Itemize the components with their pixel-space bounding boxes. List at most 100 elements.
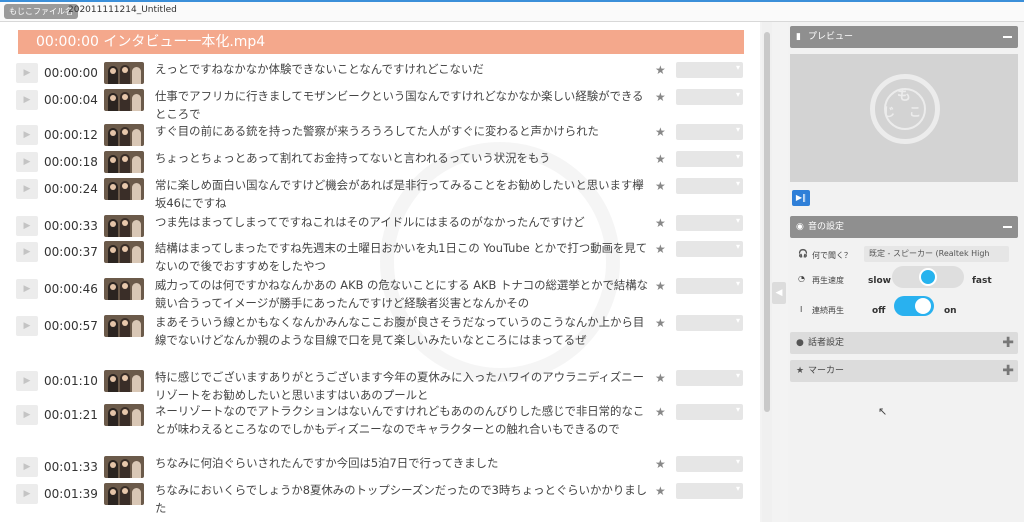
segment-text[interactable]: ちなみにおいくらでしょうか8夏休みのトップシーズンだったので3時ちょっとぐらいか… [155, 481, 650, 517]
speaker-settings-header[interactable]: ● 話者設定 ✚ [790, 332, 1018, 354]
segment-timestamp[interactable]: 00:00:33 [44, 216, 98, 236]
play-segment-icon[interactable]: ▶ [16, 371, 38, 391]
play-segment-icon[interactable]: ▶ [16, 125, 38, 145]
segment-timestamp[interactable]: 00:00:04 [44, 90, 98, 110]
thumb-figure [132, 461, 141, 478]
segment-text[interactable]: 仕事でアフリカに行きましてモザンビークという国なんですけれどなかなか楽しい経験が… [155, 87, 650, 123]
scrollbar-thumb[interactable] [764, 32, 770, 412]
star-icon[interactable]: ★ [655, 177, 666, 195]
thumb-face [122, 183, 128, 189]
collapse-minus-icon[interactable] [1003, 226, 1012, 228]
media-file-header[interactable]: 00:00:00 インタビュー一本化.mp4 [18, 30, 744, 54]
segment-text[interactable]: ネーリゾートなのでアトラクションはないんですけれどもあののんびりした感じで非日常… [155, 402, 650, 438]
speaker-select[interactable] [676, 278, 743, 294]
speaker-select[interactable] [676, 178, 743, 194]
speaker-select[interactable] [676, 89, 743, 105]
expand-plus-icon[interactable]: ✚ [1002, 363, 1014, 379]
continuous-play-toggle[interactable] [894, 296, 934, 316]
speaker-select[interactable] [676, 315, 743, 331]
speaker-select[interactable] [676, 456, 743, 472]
app-badge[interactable]: もじこファイル名 [4, 4, 78, 19]
thumb-figure [132, 94, 141, 111]
marker-header[interactable]: ★ マーカー ✚ [790, 360, 1018, 382]
play-segment-icon[interactable]: ▶ [16, 242, 38, 262]
play-segment-icon[interactable]: ▶ [16, 90, 38, 110]
expand-plus-icon[interactable]: ✚ [1002, 335, 1014, 351]
star-icon[interactable]: ★ [655, 482, 666, 500]
segment-text[interactable]: ちなみに何泊ぐらいされたんですか今回は5泊7日で行ってきました [155, 454, 650, 472]
play-segment-icon[interactable]: ▶ [16, 63, 38, 83]
thumb-face [110, 462, 116, 468]
star-icon[interactable]: ★ [655, 214, 666, 232]
star-icon[interactable]: ★ [655, 369, 666, 387]
star-icon[interactable]: ★ [655, 314, 666, 332]
segment-timestamp[interactable]: 00:00:00 [44, 63, 98, 83]
star-icon[interactable]: ★ [655, 277, 666, 295]
play-segment-icon[interactable]: ▶ [16, 405, 38, 425]
speaker-select[interactable] [676, 483, 743, 499]
segment-timestamp[interactable]: 00:01:39 [44, 484, 98, 504]
segment-timestamp[interactable]: 00:01:33 [44, 457, 98, 477]
segment-timestamp[interactable]: 00:00:37 [44, 242, 98, 262]
speaker-select[interactable] [676, 241, 743, 257]
video-preview[interactable]: も じ こ [790, 54, 1018, 182]
segment-timestamp[interactable]: 00:00:57 [44, 316, 98, 336]
segment-text[interactable]: まあそういう線とかもなくなんかみんなここお腹が良さそうだなっていうのこうなんか上… [155, 313, 650, 349]
thumb-face [122, 320, 128, 326]
thumb-face [122, 283, 128, 289]
collapse-panel-arrow-icon[interactable]: ◀ [772, 282, 786, 304]
thumb-figure [132, 220, 141, 237]
segment-thumbnail [104, 89, 144, 111]
thumb-figure [132, 320, 141, 337]
segment-text[interactable]: えっとですねなかなか体験できないことなんですけれどこないだ [155, 60, 650, 78]
star-icon[interactable]: ★ [655, 240, 666, 258]
speaker-select[interactable] [676, 215, 743, 231]
play-segment-icon[interactable]: ▶ [16, 279, 38, 299]
transcript-row: ▶ 00:00:33 つま先はまってしまってですねこれはそのアイドルにはまるのがなか… [0, 213, 760, 237]
segment-timestamp[interactable]: 00:00:18 [44, 152, 98, 172]
output-device-select[interactable]: 既定 - スピーカー (Realtek High [864, 246, 1009, 262]
star-icon[interactable]: ★ [655, 455, 666, 473]
segment-timestamp[interactable]: 00:00:24 [44, 179, 98, 199]
segment-timestamp[interactable]: 00:01:10 [44, 371, 98, 391]
transcript-row: ▶ 00:00:18 ちょっとちょっとあって割れてお金持ってないと言われるっていう状… [0, 149, 760, 173]
slider-knob[interactable] [919, 268, 937, 286]
play-segment-icon[interactable]: ▶ [16, 152, 38, 172]
speaker-select[interactable] [676, 124, 743, 140]
sound-settings-header[interactable]: ◉ 音の設定 [790, 216, 1018, 238]
segment-thumbnail [104, 456, 144, 478]
speaker-select[interactable] [676, 404, 743, 420]
play-segment-icon[interactable]: ▶ [16, 216, 38, 236]
play-segment-icon[interactable]: ▶ [16, 179, 38, 199]
star-icon[interactable]: ★ [655, 150, 666, 168]
thumb-face [110, 184, 116, 190]
segment-text[interactable]: つま先はまってしまってですねこれはそのアイドルにはまるのがなかったんですけど [155, 213, 650, 231]
segment-timestamp[interactable]: 00:01:21 [44, 405, 98, 425]
speaker-select[interactable] [676, 62, 743, 78]
segment-text[interactable]: 威力ってのは何ですかねなんかあの AKB の危ないことにする AKB トナコの総… [155, 276, 650, 312]
collapse-minus-icon[interactable] [1003, 36, 1012, 38]
segment-timestamp[interactable]: 00:00:46 [44, 279, 98, 299]
star-icon[interactable]: ★ [655, 403, 666, 421]
segment-text[interactable]: 常に楽しめ面白い国なんですけど機会があれば是非行ってみることをお勧めしたいと思い… [155, 176, 650, 212]
star-icon[interactable]: ★ [655, 88, 666, 106]
playback-speed-slider[interactable] [892, 266, 964, 288]
segment-text[interactable]: すぐ目の前にある銃を持った警察が来うろうろしてた人がすぐに変わると声かけられた [155, 122, 650, 140]
segment-text[interactable]: 特に感じでございますありがとうございます今年の夏休みに入ったハワイのアウラニディ… [155, 368, 650, 404]
play-segment-icon[interactable]: ▶ [16, 316, 38, 336]
preview-icon: ▮ [796, 32, 801, 42]
play-segment-icon[interactable]: ▶ [16, 484, 38, 504]
segment-timestamp[interactable]: 00:00:12 [44, 125, 98, 145]
star-icon: ★ [796, 366, 805, 376]
speaker-select[interactable] [676, 370, 743, 386]
play-segment-icon[interactable]: ▶ [16, 457, 38, 477]
star-icon[interactable]: ★ [655, 61, 666, 79]
thumb-face [122, 94, 128, 100]
preview-header[interactable]: ▮ プレビュー [790, 26, 1018, 48]
segment-text[interactable]: ちょっとちょっとあって割れてお金持ってないと言われるっていう状況をもう [155, 149, 650, 167]
segment-text[interactable]: 結構はまってしまったですね先週末の土曜日おかいを丸1日この YouTube とか… [155, 239, 650, 275]
star-icon[interactable]: ★ [655, 123, 666, 141]
speaker-select[interactable] [676, 151, 743, 167]
play-pause-icon[interactable]: ▶‖ [792, 190, 810, 206]
transcript-scrollbar[interactable] [762, 22, 772, 522]
